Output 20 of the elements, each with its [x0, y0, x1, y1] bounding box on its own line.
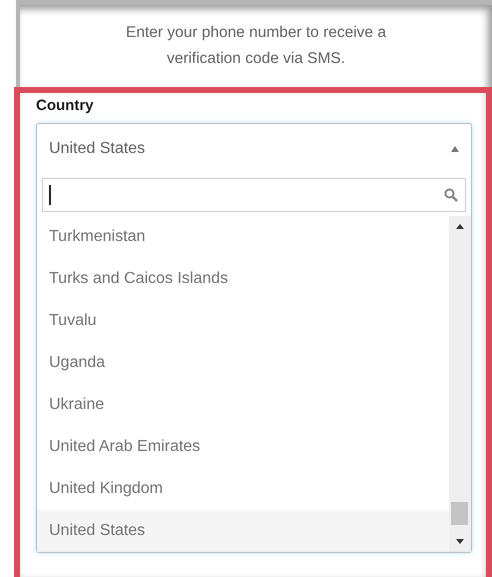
country-option[interactable]: United States	[37, 510, 449, 552]
field-label: Country	[36, 97, 94, 116]
country-option[interactable]: Tuvalu	[37, 300, 449, 342]
country-option[interactable]: Uganda	[37, 342, 449, 384]
country-option[interactable]: United Kingdom	[37, 468, 449, 510]
scrollbar-thumb[interactable]	[451, 502, 468, 525]
scrollbar[interactable]	[449, 216, 471, 552]
country-option[interactable]: Ukraine	[37, 384, 449, 426]
country-select[interactable]: United States	[37, 124, 471, 174]
intro-text: Enter your phone number to receive a verification code via SMS.	[124, 23, 388, 69]
caret-icon	[451, 146, 459, 152]
text-cursor	[49, 185, 50, 205]
search-icon	[444, 188, 458, 202]
scroll-up-icon	[456, 224, 464, 229]
country-option[interactable]: United Arab Emirates	[37, 426, 449, 468]
country-option[interactable]: Turks and Caicos Islands	[37, 258, 449, 300]
search-field[interactable]	[42, 178, 466, 212]
country-option[interactable]: Turkmenistan	[37, 216, 449, 258]
country-dropdown[interactable]: United States Turkmenistan Turks and Caicos Islands Tuvalu Uganda Ukraine United Arab Emirates United Kingdom United States	[36, 123, 472, 553]
scroll-down-icon	[456, 539, 464, 544]
